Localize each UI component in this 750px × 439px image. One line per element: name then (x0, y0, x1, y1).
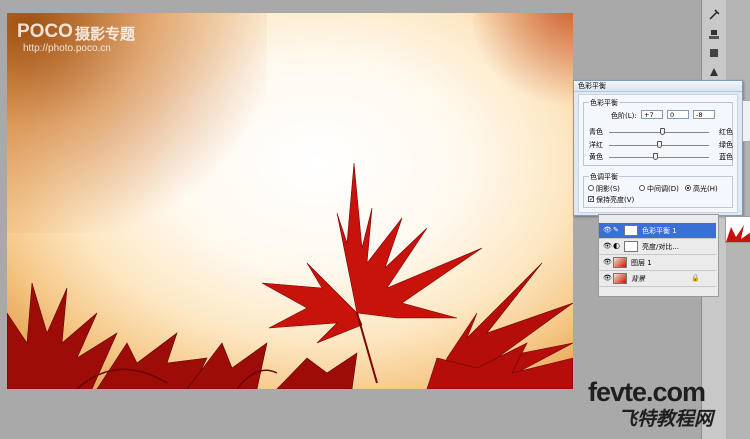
slider-blue-label: 蓝色 (719, 153, 733, 161)
layer-name[interactable]: 图层 1 (631, 258, 652, 268)
layer-row[interactable]: 👁 ◐ 亮度/对比... (599, 239, 716, 255)
tone-balance-group-label: 色调平衡 (589, 172, 619, 182)
level-magenta-green-field[interactable]: 0 (667, 110, 689, 119)
pen-icon[interactable] (707, 66, 721, 80)
layer-mask-thumbnail[interactable] (624, 241, 638, 252)
radio-shadows-label[interactable]: 阴影(S) (596, 184, 620, 194)
eye-icon[interactable]: 👁 (603, 227, 612, 234)
layer-mask-thumbnail[interactable] (624, 225, 638, 236)
healing-brush-icon[interactable] (707, 8, 721, 22)
watermark-brand-cn: 摄影专题 (75, 25, 136, 43)
slider-yellow-label: 黄色 (589, 153, 603, 161)
layer-thumbnail[interactable] (613, 257, 627, 268)
layers-panel: 👁 ✎ 色彩平衡 1 👁 ◐ 亮度/对比... 👁 图层 1 👁 背景 🔒 (598, 214, 719, 297)
dialog-body: 色彩平衡 色阶(L): +7 0 -8 青色 红色 洋红 绿色 黄色 蓝色 色调… (578, 94, 738, 213)
radio-shadows[interactable] (588, 185, 594, 191)
lock-icon: 🔒 (691, 274, 700, 282)
slider-yellow-blue-track[interactable] (609, 157, 709, 158)
watermark-brand: POCO (17, 21, 73, 42)
eraser-icon[interactable] (707, 46, 721, 60)
layer-name[interactable]: 背景 (631, 274, 645, 284)
color-balance-dialog[interactable]: 色彩平衡 色彩平衡 色阶(L): +7 0 -8 青色 红色 洋红 绿色 黄色 … (573, 80, 743, 216)
layer-name[interactable]: 亮度/对比... (642, 242, 679, 252)
adjustment-icon: ◐ (613, 241, 620, 250)
maple-leaves-image (7, 162, 573, 389)
layer-row[interactable]: 👁 图层 1 (599, 255, 716, 271)
eye-icon[interactable]: 👁 (603, 259, 612, 266)
slider-cyan-red-track[interactable] (609, 132, 709, 133)
navigator-preview[interactable] (725, 216, 750, 243)
radio-highlights-label[interactable]: 高光(H) (693, 184, 718, 194)
slider-red-label: 红色 (719, 128, 733, 136)
preview-leaf-image (726, 225, 750, 242)
photo-canvas[interactable]: POCO 摄影专题 http://photo.poco.cn (7, 13, 573, 389)
level-cyan-red-field[interactable]: +7 (641, 110, 663, 119)
watermark-url: http://photo.poco.cn (23, 43, 111, 54)
brush-icon: ✎ (613, 226, 619, 234)
eye-icon[interactable]: 👁 (603, 243, 612, 250)
levels-label: 色阶(L): (611, 112, 637, 120)
radio-highlights[interactable] (685, 185, 691, 191)
slider-green-label: 绿色 (719, 141, 733, 149)
radio-midtones-label[interactable]: 中间调(D) (647, 184, 679, 194)
eye-icon[interactable]: 👁 (603, 275, 612, 282)
slider-yellow-blue-thumb[interactable] (652, 153, 658, 160)
site-logo-cn: 飞特教程网 (618, 408, 714, 430)
preserve-luminosity-label[interactable]: 保持亮度(V) (596, 195, 634, 205)
layer-thumbnail[interactable] (613, 273, 627, 284)
dialog-title[interactable]: 色彩平衡 (574, 81, 742, 92)
radio-midtones[interactable] (639, 185, 645, 191)
layer-row[interactable]: 👁 ✎ 色彩平衡 1 (599, 223, 716, 239)
preserve-luminosity-checkbox[interactable]: ✓ (588, 196, 594, 203)
color-balance-group-label: 色彩平衡 (589, 98, 619, 108)
slider-magenta-label: 洋红 (589, 141, 603, 149)
slider-cyan-red-thumb[interactable] (660, 128, 665, 135)
level-yellow-blue-field[interactable]: -8 (693, 110, 715, 119)
layer-name[interactable]: 色彩平衡 1 (642, 226, 677, 236)
layer-row[interactable]: 👁 背景 🔒 (599, 271, 716, 287)
slider-cyan-label: 青色 (589, 128, 603, 136)
clone-stamp-icon[interactable] (707, 28, 721, 42)
slider-magenta-green-thumb[interactable] (656, 141, 662, 148)
dialog-buttons-edge[interactable] (742, 100, 750, 142)
